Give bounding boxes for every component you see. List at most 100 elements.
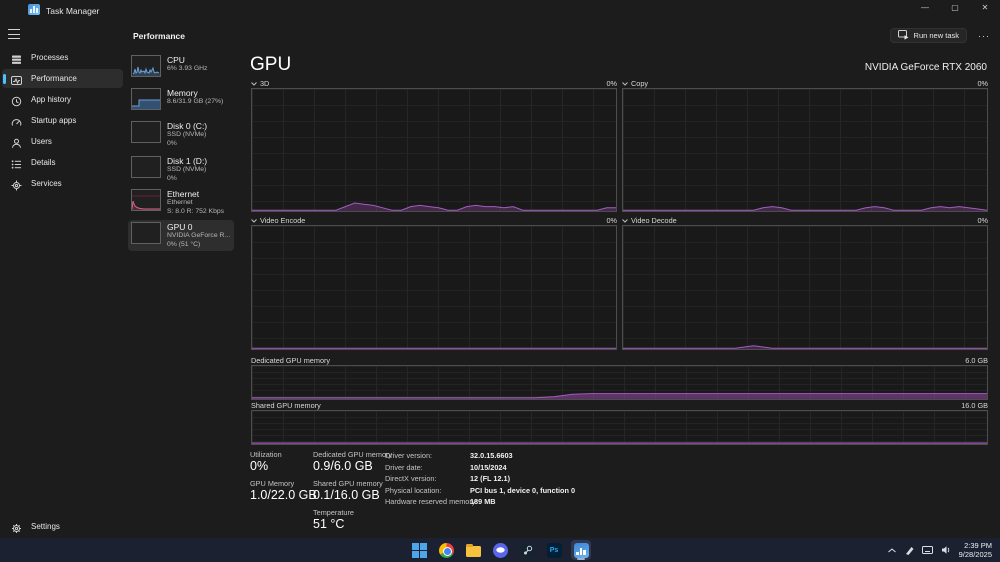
file-explorer-taskbar-button[interactable] — [463, 540, 483, 560]
gpu-3d-sparkline — [252, 202, 616, 211]
detail-value: 10/15/2024 — [470, 462, 507, 472]
more-options-button[interactable]: ··· — [976, 28, 992, 43]
sidebar-item-processes[interactable]: Processes — [2, 48, 123, 67]
gpu-video-decode-selector[interactable]: Video Decode 0% — [622, 216, 988, 225]
chevron-down-icon — [251, 79, 257, 88]
settings-gear-icon — [11, 521, 22, 533]
sidebar-item-performance[interactable]: Performance — [2, 69, 123, 88]
maximize-button[interactable]: ▢ — [940, 0, 970, 16]
gpu-details: Driver version: 32.0.15.6603 Driver date:… — [385, 451, 575, 506]
selection-accent-bar — [3, 73, 6, 84]
detail-value: 12 (FL 12.1) — [470, 474, 511, 483]
shared-memory-sparkline — [252, 442, 987, 444]
perf-list-item-gpu0[interactable]: GPU 0 NVIDIA GeForce R... 0% (51 °C) — [128, 220, 234, 251]
gpu-video-encode-percent: 0% — [606, 216, 617, 225]
detail-value: 32.0.15.6603 — [470, 451, 513, 460]
folder-icon — [465, 543, 481, 557]
detail-label: Driver version: — [385, 451, 433, 460]
detail-label: DirectX version: — [385, 474, 437, 483]
gpu-copy-sparkline — [623, 206, 987, 211]
perf-list-item-cpu[interactable]: CPU 6% 3.93 GHz — [128, 53, 234, 79]
services-icon — [11, 178, 22, 191]
touch-keyboard-icon[interactable] — [921, 540, 933, 560]
memory-mini-chart — [131, 88, 161, 110]
chrome-taskbar-button[interactable] — [436, 540, 456, 560]
perf-list-item-disk0[interactable]: Disk 0 (C:) SSD (NVMe) 0% — [128, 119, 234, 150]
gpu-copy-selector[interactable]: Copy 0% — [622, 79, 988, 88]
perf-list-item-memory[interactable]: Memory 8.6/31.9 GB (27%) — [128, 86, 234, 112]
steam-taskbar-button[interactable] — [517, 540, 537, 560]
dedicated-memory-chart[interactable] — [251, 365, 988, 400]
steam-icon — [519, 542, 535, 558]
run-new-task-icon — [897, 29, 909, 42]
task-manager-window: Task Manager — ▢ ✕ Processes Performance… — [0, 0, 1000, 538]
sidebar-item-services[interactable]: Services — [2, 174, 123, 193]
performance-icon — [11, 73, 22, 85]
gpu-3d-selector[interactable]: 3D 0% — [251, 79, 617, 88]
minimize-button[interactable]: — — [910, 0, 940, 16]
shared-memory-value: 0.1/16.0 GB — [313, 488, 380, 502]
clock-time: 2:39 PM — [964, 541, 992, 550]
sidebar-item-startup-apps[interactable]: Startup apps — [2, 111, 123, 130]
volume-icon[interactable] — [941, 540, 951, 560]
close-button[interactable]: ✕ — [970, 0, 1000, 16]
shared-memory-header: Shared GPU memory 16.0 GB — [251, 401, 988, 410]
shared-memory-label: Shared GPU memory — [313, 479, 383, 488]
menu-toggle-button[interactable] — [8, 29, 20, 39]
start-button[interactable] — [409, 540, 429, 560]
gpu-video-decode-sparkline — [623, 345, 987, 349]
app-history-icon — [11, 94, 22, 107]
hidden-icons-chevron[interactable] — [887, 540, 896, 560]
cpu-mini-chart — [131, 55, 161, 77]
stats-column-2: Dedicated GPU memory 0.9/6.0 GB Shared G… — [313, 450, 392, 537]
shared-memory-chart[interactable] — [251, 410, 988, 445]
temperature-value: 51 °C — [313, 517, 345, 531]
gpu-video-decode-chart[interactable] — [622, 225, 988, 350]
disk0-mini-chart — [131, 121, 161, 143]
task-manager-app-icon — [28, 4, 40, 15]
detail-value: 189 MB — [470, 497, 496, 506]
gpu0-mini-chart — [131, 222, 161, 244]
detail-label: Hardware reserved memory: — [385, 497, 478, 506]
ethernet-mini-chart — [131, 189, 161, 211]
gpu-memory-value: 1.0/22.0 GB — [250, 488, 317, 502]
temperature-label: Temperature — [313, 508, 354, 517]
dedicated-memory-max: 6.0 GB — [965, 356, 988, 365]
discord-taskbar-button[interactable] — [490, 540, 510, 560]
sidebar-item-app-history[interactable]: App history — [2, 90, 123, 109]
gpu-video-encode-chart[interactable] — [251, 225, 617, 350]
shared-memory-max: 16.0 GB — [961, 401, 988, 410]
users-icon — [11, 136, 22, 148]
dedicated-memory-value: 0.9/6.0 GB — [313, 459, 373, 473]
gpu-video-decode-percent: 0% — [977, 216, 988, 225]
dedicated-memory-sparkline — [252, 393, 987, 399]
window-title: Task Manager — [46, 6, 100, 16]
perf-list-item-disk1[interactable]: Disk 1 (D:) SSD (NVMe) 0% — [128, 154, 234, 185]
chevron-down-icon — [622, 79, 628, 88]
sidebar-item-users[interactable]: Users — [2, 132, 123, 151]
dedicated-memory-label: Dedicated GPU memory — [313, 450, 393, 459]
gpu-3d-chart[interactable] — [251, 88, 617, 212]
photoshop-icon: Ps — [546, 542, 562, 558]
utilization-label: Utilization — [250, 450, 282, 459]
gpu-video-encode-selector[interactable]: Video Encode 0% — [251, 216, 617, 225]
gpu-device-name: NVIDIA GeForce RTX 2060 — [864, 62, 987, 73]
sidebar-item-settings[interactable]: Settings — [2, 517, 123, 536]
run-new-task-button[interactable]: Run new task — [889, 28, 967, 43]
details-icon — [11, 157, 22, 169]
task-manager-taskbar-button[interactable] — [571, 540, 591, 560]
processes-icon — [11, 52, 22, 64]
startup-apps-icon — [11, 115, 22, 126]
perf-list-item-ethernet[interactable]: Ethernet Ethernet S: 8.0 R: 752 Kbps — [128, 187, 234, 218]
detail-label: Physical location: — [385, 485, 442, 495]
windows-start-icon — [411, 542, 427, 558]
discord-icon — [492, 542, 508, 558]
sidebar-item-details[interactable]: Details — [2, 153, 123, 172]
dedicated-memory-header: Dedicated GPU memory 6.0 GB — [251, 356, 988, 365]
utilization-value: 0% — [250, 459, 269, 473]
detail-label: Driver date: — [385, 462, 423, 472]
taskbar-clock[interactable]: 2:39 PM 9/28/2025 — [959, 540, 992, 560]
photoshop-taskbar-button[interactable]: Ps — [544, 540, 564, 560]
gpu-copy-chart[interactable] — [622, 88, 988, 212]
pen-icon[interactable] — [904, 540, 914, 560]
